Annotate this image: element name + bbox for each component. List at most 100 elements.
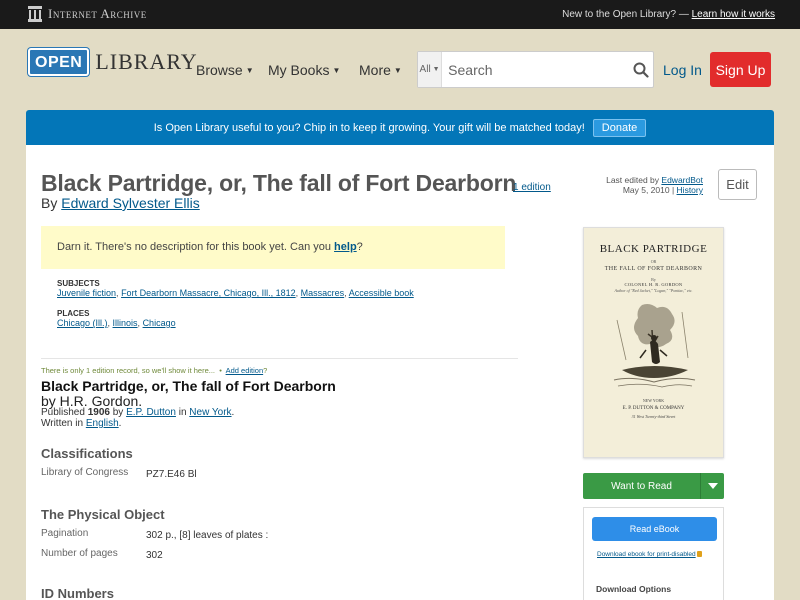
edition-published: Published 1906 by E.P. Dutton in New Yor…: [41, 407, 234, 418]
nav-browse[interactable]: Browse ▼: [196, 62, 254, 78]
nav-mybooks-label: My Books: [268, 62, 330, 78]
chevron-down-icon: ▼: [432, 66, 440, 73]
place-suffix: .: [231, 407, 235, 418]
edition-language: Written in English.: [41, 418, 121, 429]
physical-heading: The Physical Object: [41, 507, 165, 522]
history-link[interactable]: History: [677, 185, 703, 195]
pagination-label: Pagination: [41, 528, 89, 539]
pages-value: 302: [146, 550, 163, 561]
place-link[interactable]: Chicago (Ill.): [57, 318, 108, 328]
last-edited-prefix: Last edited by: [606, 175, 660, 185]
signup-button[interactable]: Sign Up: [710, 52, 771, 87]
subject-link[interactable]: Juvenile fiction: [57, 288, 116, 298]
byline: By Edward Sylvester Ellis: [41, 195, 200, 211]
place-link[interactable]: Illinois: [113, 318, 138, 328]
divider: [41, 358, 518, 359]
ia-top-right: New to the Open Library? — Learn how it …: [562, 9, 775, 20]
add-edition-suffix: ?: [263, 366, 268, 375]
open-library-logo[interactable]: OPEN LIBRARY: [28, 48, 198, 76]
only-one-edition-notice: There is only 1 edition record, so we'll…: [41, 366, 267, 375]
publish-place-link[interactable]: New York: [189, 407, 231, 418]
chevron-down-icon: ▼: [245, 66, 254, 75]
language-link[interactable]: English: [86, 418, 119, 429]
places-list: Chicago (Ill.), Illinois, Chicago: [57, 318, 176, 328]
edit-button[interactable]: Edit: [718, 169, 757, 200]
chevron-down-icon: ▼: [332, 66, 341, 75]
site-header: OPEN LIBRARY Browse ▼ My Books ▼ More ▼ All…: [0, 29, 800, 111]
edition-title: Black Partridge, or, The fall of Fort De…: [41, 378, 336, 394]
by-word: by: [112, 407, 124, 418]
cover-address: 31 West Twenty-third Street: [631, 414, 676, 419]
subjects-label: SUBJECTS: [57, 279, 100, 288]
book-cover[interactable]: BLACK PARTRIDGE OR THE FALL OF FORT DEAR…: [583, 227, 724, 458]
book-page: Black Partridge, or, The fall of Fort De…: [26, 145, 774, 600]
cover-illustration: [613, 304, 696, 388]
logo-text: LIBRARY: [95, 49, 198, 74]
last-edited-user-link[interactable]: EdwardBot: [661, 175, 703, 185]
reading-list-dropdown[interactable]: [700, 473, 724, 499]
search-bar: All ▼: [417, 51, 654, 88]
search-icon: [633, 62, 649, 78]
loc-label: Library of Congress: [41, 467, 129, 478]
learn-how-link[interactable]: Learn how it works: [692, 9, 775, 20]
lock-icon: [696, 551, 702, 557]
want-to-read-control: Want to Read: [583, 473, 724, 499]
publisher-link[interactable]: E.P. Dutton: [126, 407, 176, 418]
published-year: 1906: [87, 407, 110, 418]
cover-subtitle: THE FALL OF FORT DEARBORN: [604, 266, 703, 272]
published-prefix: Published: [41, 407, 85, 418]
nav-more-label: More: [359, 62, 391, 78]
id-numbers-heading: ID Numbers: [41, 586, 114, 600]
place-link[interactable]: Chicago: [143, 318, 176, 328]
read-panel: Read eBook Download ebook for print-disa…: [583, 507, 724, 600]
written-in-label: Written in: [41, 418, 84, 429]
language-suffix: .: [118, 418, 122, 429]
cover-or: OR: [650, 259, 657, 264]
read-ebook-button[interactable]: Read eBook: [592, 517, 717, 541]
nav-more[interactable]: More ▼: [359, 62, 402, 78]
want-to-read-button[interactable]: Want to Read: [583, 473, 700, 499]
cover-city: NEW YORK: [642, 398, 665, 403]
help-link[interactable]: help: [334, 241, 357, 253]
logo-badge: OPEN: [28, 48, 90, 76]
donate-banner: Is Open Library useful to you? Chip in t…: [26, 110, 774, 145]
cover-author: COLONEL H. R. GORDON: [624, 282, 683, 287]
no-description-notice: Darn it. There's no description for this…: [41, 226, 505, 269]
archive-building-icon: [28, 6, 42, 22]
login-link[interactable]: Log In: [663, 62, 702, 78]
only-one-text: There is only 1 edition record, so we'll…: [41, 366, 216, 375]
subjects-list: Juvenile fiction, Fort Dearborn Massacre…: [57, 288, 414, 298]
search-scope-label: All: [419, 64, 431, 75]
search-button[interactable]: [629, 52, 653, 87]
pagination-value: 302 p., [8] leaves of plates :: [146, 530, 269, 541]
author-link[interactable]: Edward Sylvester Ellis: [61, 195, 200, 211]
edition-count-link[interactable]: 1 edition: [513, 182, 551, 193]
subject-link[interactable]: Massacres: [301, 288, 345, 298]
download-options-heading[interactable]: Download Options: [596, 584, 671, 594]
subject-link[interactable]: Accessible book: [349, 288, 414, 298]
nav-my-books[interactable]: My Books ▼: [268, 62, 340, 78]
ia-logo[interactable]: Internet Archive: [28, 6, 147, 22]
bullet: •: [219, 366, 222, 375]
places-label: PLACES: [57, 309, 90, 318]
pages-label: Number of pages: [41, 548, 118, 559]
no-description-text: Darn it. There's no description for this…: [57, 241, 331, 253]
cover-works: Author of "Red Jacket," "Logan," "Pontia…: [614, 288, 693, 293]
cover-title: BLACK PARTRIDGE: [599, 243, 708, 255]
new-to-text: New to the Open Library? —: [562, 9, 689, 20]
caret-down-icon: [707, 483, 718, 489]
help-suffix: ?: [356, 241, 363, 253]
search-input[interactable]: [442, 61, 630, 78]
banner-text: Is Open Library useful to you? Chip in t…: [153, 121, 585, 134]
download-print-disabled-label: Download ebook for print-disabled: [597, 551, 696, 558]
subject-link[interactable]: Fort Dearborn Massacre, Chicago, Ill., 1…: [121, 288, 296, 298]
classifications-heading: Classifications: [41, 446, 133, 461]
download-print-disabled-link[interactable]: Download ebook for print-disabled: [597, 551, 702, 558]
chevron-down-icon: ▼: [393, 66, 402, 75]
donate-button[interactable]: Donate: [592, 118, 647, 137]
add-edition-link[interactable]: Add edition: [226, 366, 264, 375]
in-word: in: [178, 407, 187, 418]
ia-logo-text: Internet Archive: [48, 6, 147, 21]
search-scope-select[interactable]: All ▼: [418, 52, 443, 87]
ia-top-bar: Internet Archive New to the Open Library…: [0, 0, 800, 29]
